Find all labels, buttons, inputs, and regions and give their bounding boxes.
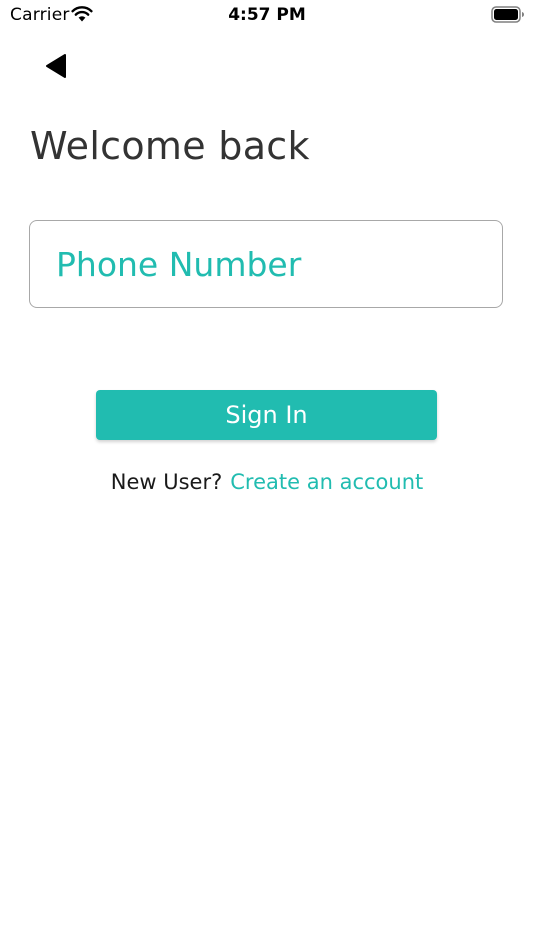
signup-row: New User? Create an account <box>0 470 534 494</box>
create-account-link[interactable]: Create an account <box>230 470 423 494</box>
sign-in-button[interactable]: Sign In <box>96 390 437 440</box>
status-bar: Carrier 4:57 PM <box>0 0 534 30</box>
phone-number-field[interactable] <box>29 220 503 308</box>
back-button[interactable] <box>38 50 74 86</box>
back-arrow-icon <box>44 53 68 84</box>
new-user-prompt: New User? <box>110 470 223 494</box>
status-time: 4:57 PM <box>228 5 306 25</box>
battery-icon <box>491 6 525 23</box>
phone-number-input[interactable] <box>56 221 476 307</box>
page-title: Welcome back <box>30 124 310 168</box>
